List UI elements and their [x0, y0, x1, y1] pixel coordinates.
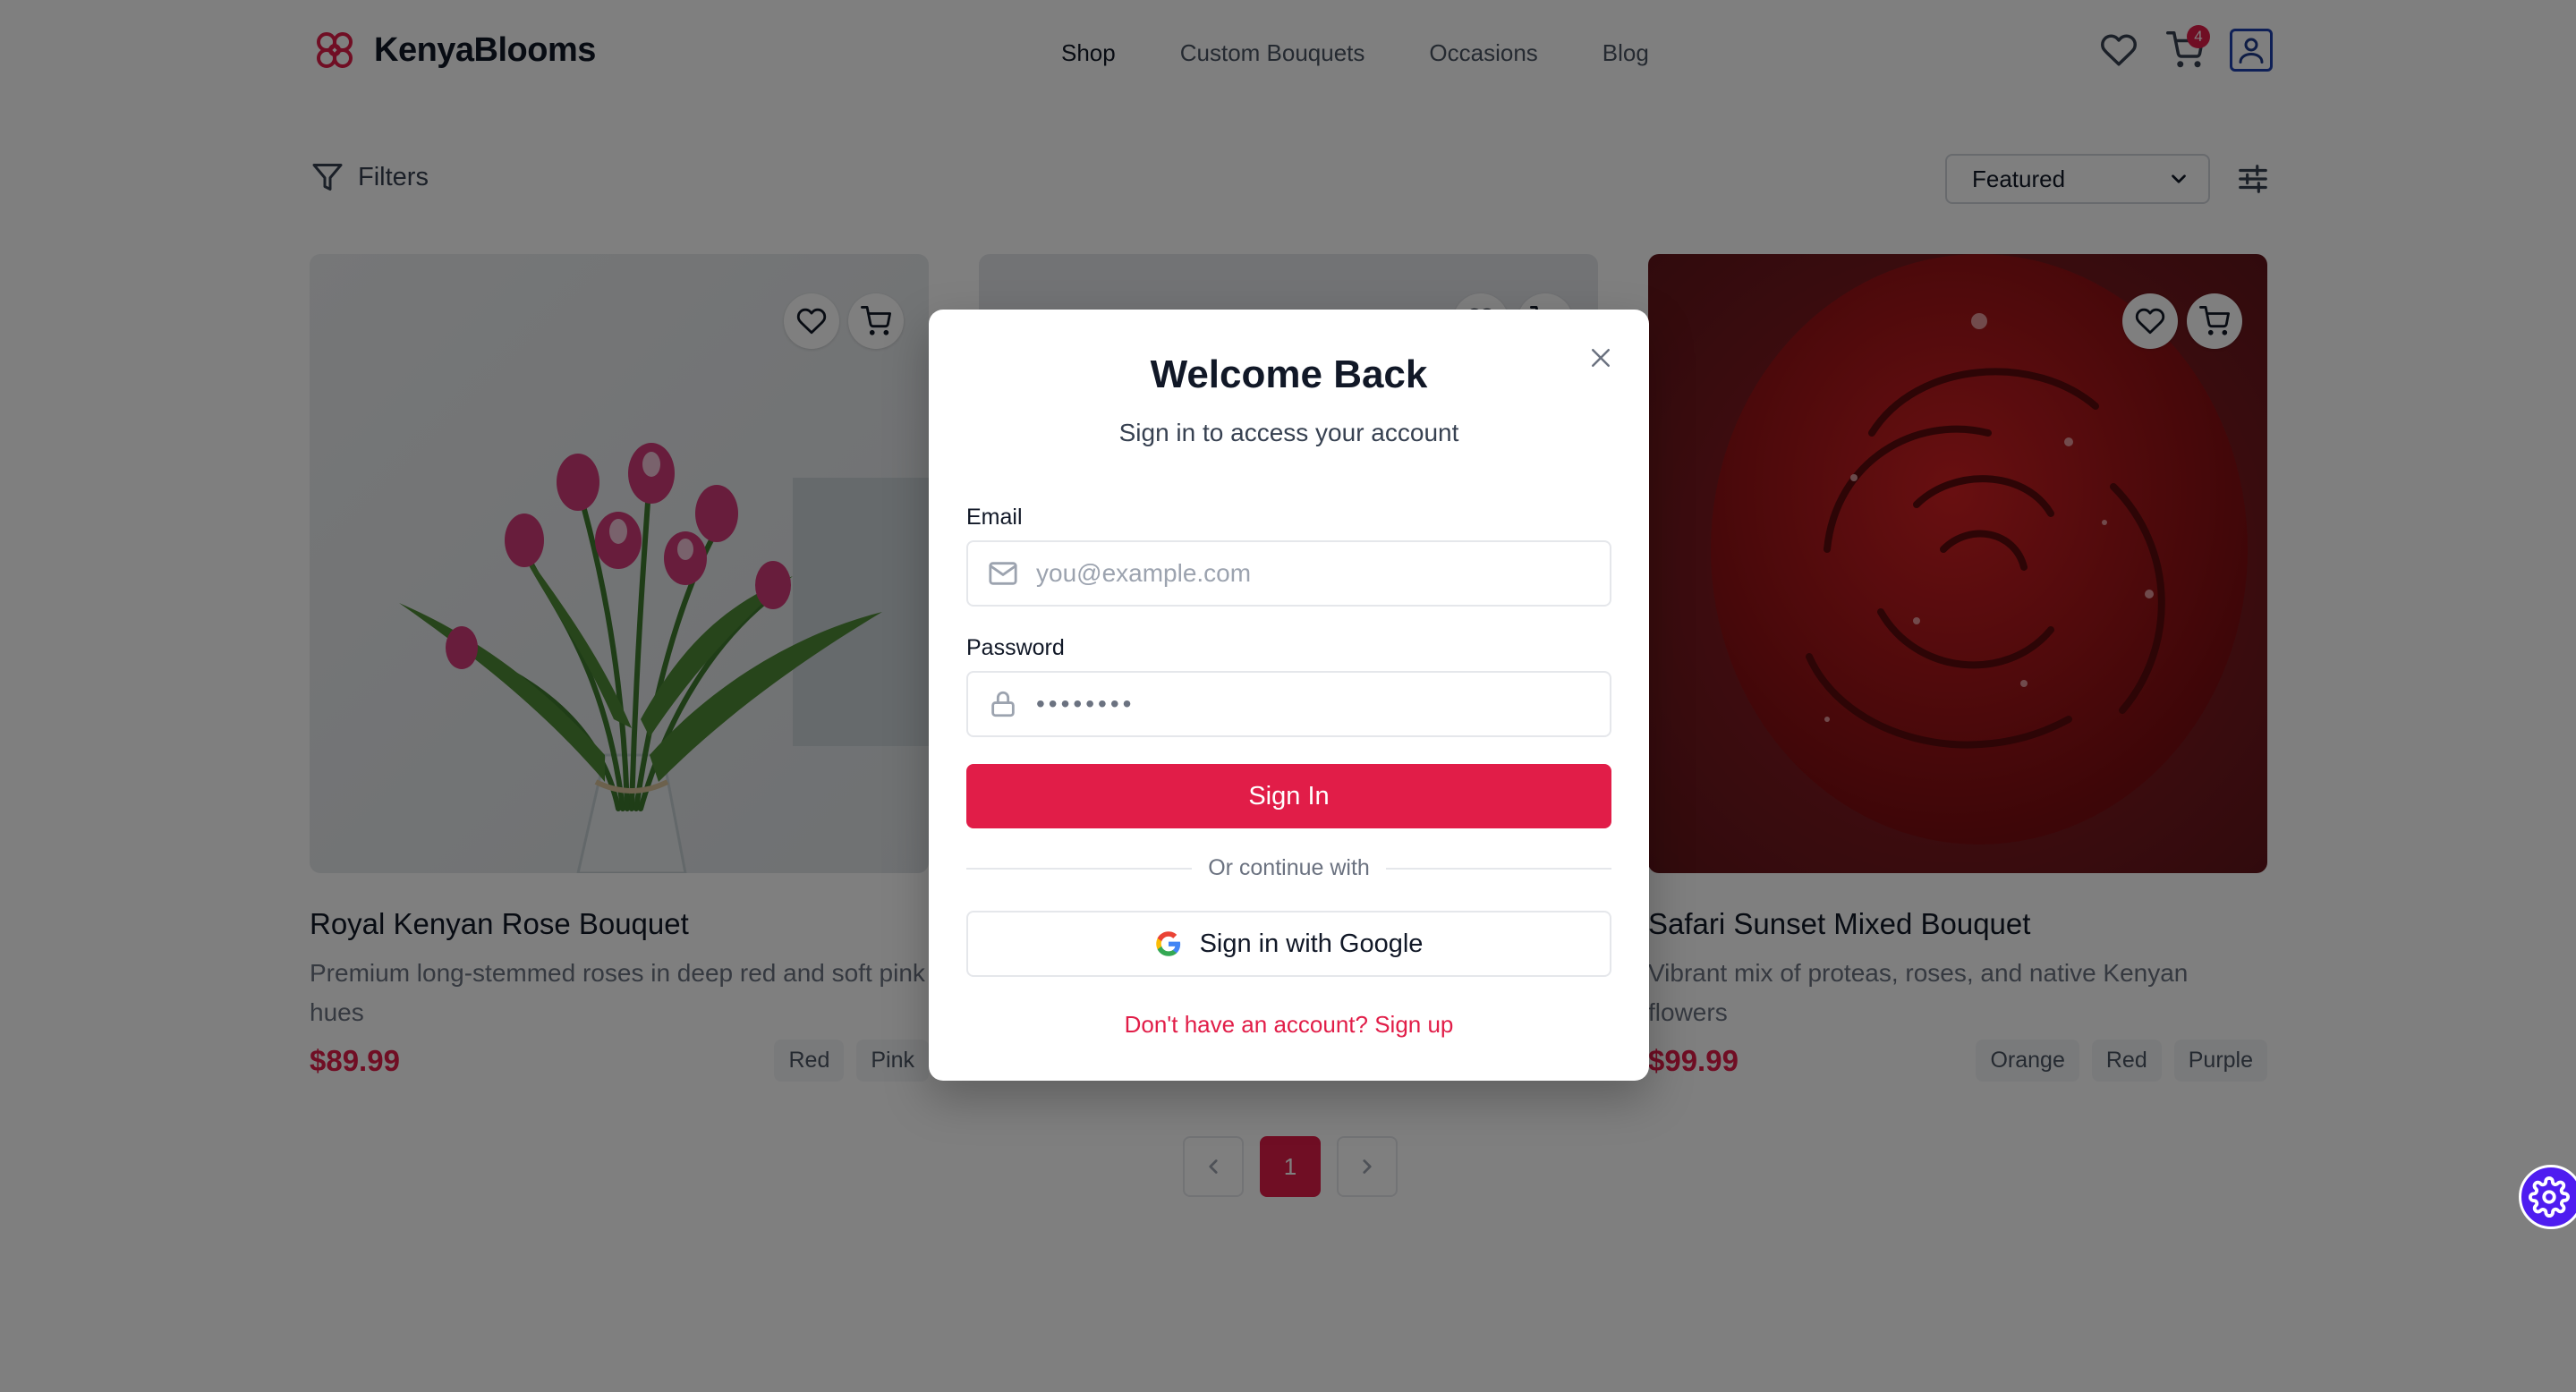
- settings-fab[interactable]: [2519, 1165, 2576, 1229]
- shop-page: KenyaBlooms Shop Custom Bouquets Occasio…: [0, 0, 2576, 1392]
- password-label: Password: [966, 635, 1065, 660]
- divider: Or continue with: [966, 855, 1612, 881]
- modal-subtitle: Sign in to access your account: [1118, 419, 1459, 446]
- divider-line: [1385, 867, 1612, 870]
- divider-line: [966, 867, 1193, 870]
- signin-modal: Welcome Back Sign in to access your acco…: [929, 310, 1649, 1081]
- email-field[interactable]: [966, 540, 1611, 607]
- email-label: Email: [966, 505, 1023, 530]
- google-signin-button[interactable]: Sign in with Google: [966, 911, 1611, 977]
- google-icon: [1155, 931, 1180, 956]
- mail-icon: [989, 562, 1017, 585]
- email-input[interactable]: [1036, 559, 1591, 588]
- signin-button[interactable]: Sign In: [966, 764, 1611, 828]
- password-field[interactable]: ••••••••: [966, 671, 1611, 737]
- gear-icon: [2529, 1176, 2570, 1218]
- modal-title: Welcome Back: [1150, 352, 1428, 396]
- lock-icon: [991, 691, 1015, 717]
- signup-link[interactable]: Don't have an account? Sign up: [929, 1011, 1649, 1039]
- password-input[interactable]: ••••••••: [1036, 690, 1135, 718]
- divider-text: Or continue with: [1208, 855, 1370, 880]
- google-signin-label: Sign in with Google: [1199, 929, 1424, 958]
